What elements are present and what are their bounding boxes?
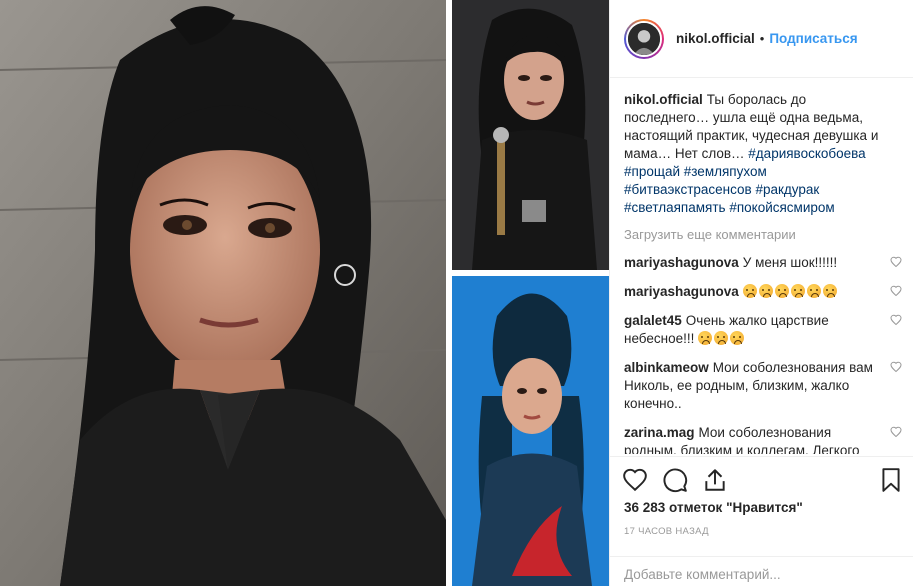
comment-text: У меня шок!!!!!! xyxy=(742,255,838,270)
sad-emoji-icon xyxy=(806,284,821,298)
sad-emoji-icon xyxy=(742,284,757,298)
comment-username[interactable]: albinkameow xyxy=(624,360,709,375)
post-author-username[interactable]: nikol.official xyxy=(676,31,755,46)
hashtag[interactable]: #светлаяпамять xyxy=(624,200,726,215)
comment-username[interactable]: galalet45 xyxy=(624,313,682,328)
comment-input[interactable] xyxy=(624,567,900,582)
comment-username[interactable]: mariyashagunova xyxy=(624,284,739,299)
main-portrait-photo xyxy=(0,0,446,586)
witch-portrait-photo xyxy=(452,0,609,270)
post-actions-bar xyxy=(610,456,913,504)
sad-emoji-icon xyxy=(730,331,745,345)
post-caption: nikol.official Ты боролась до последнего…… xyxy=(624,91,886,217)
hashtag[interactable]: #ракдурак xyxy=(755,182,819,197)
sad-emoji-icon xyxy=(758,284,773,298)
sad-emoji-icon xyxy=(714,331,729,345)
hashtag[interactable]: #покойсясмиром xyxy=(729,200,834,215)
sad-emoji-icon xyxy=(790,284,805,298)
comments-list[interactable]: nikol.official Ты боролась до последнего…… xyxy=(610,79,913,454)
comment-item: zarina.mag Мои соболезнования родным, бли… xyxy=(624,424,902,454)
post-header: nikol.official • Подписаться xyxy=(610,0,913,78)
add-comment-bar xyxy=(610,556,913,586)
share-icon[interactable] xyxy=(702,467,728,493)
header-separator: • xyxy=(759,31,765,46)
comment-username[interactable]: zarina.mag xyxy=(624,425,695,440)
comment-item: galalet45 Очень жалко царствие небесное!!… xyxy=(624,312,902,348)
comment-username[interactable]: mariyashagunova xyxy=(624,255,739,270)
load-more-comments-button[interactable]: Загрузить еще комментарии xyxy=(624,227,900,242)
heart-small-icon[interactable] xyxy=(890,314,902,326)
sad-emoji-icon xyxy=(822,284,837,298)
hashtag[interactable]: #битваэкстрасенсов xyxy=(624,182,752,197)
comment-item: albinkameow Мои соболезнования вам Николь… xyxy=(624,359,902,413)
caption-username[interactable]: nikol.official xyxy=(624,92,703,107)
blue-background-photo xyxy=(452,276,609,586)
comment-bubble-icon[interactable] xyxy=(662,467,688,493)
likes-count[interactable]: 36 283 отметок "Нравится" xyxy=(624,500,803,515)
bookmark-icon[interactable] xyxy=(878,467,904,493)
heart-small-icon[interactable] xyxy=(890,426,902,438)
follow-button[interactable]: Подписаться xyxy=(769,31,857,46)
heart-small-icon[interactable] xyxy=(890,256,902,268)
post-sidebar: nikol.official • Подписаться nikol.offic… xyxy=(609,0,913,586)
heart-icon[interactable] xyxy=(622,467,648,493)
heart-small-icon[interactable] xyxy=(890,285,902,297)
sad-emoji-icon xyxy=(774,284,789,298)
comment-item: mariyashagunova У меня шок!!!!!! xyxy=(624,254,902,272)
hashtag[interactable]: #прощай xyxy=(624,164,680,179)
avatar-image xyxy=(626,20,662,57)
hashtag[interactable]: #земляпухом xyxy=(684,164,767,179)
avatar[interactable] xyxy=(624,18,664,59)
heart-small-icon[interactable] xyxy=(890,361,902,373)
sad-emoji-icon xyxy=(698,331,713,345)
post-image-collage[interactable] xyxy=(0,0,609,586)
post-timestamp[interactable]: 17 часов назад xyxy=(624,526,709,537)
comment-item: mariyashagunova xyxy=(624,283,902,301)
hashtag[interactable]: #дариявоскобоева xyxy=(748,146,865,161)
